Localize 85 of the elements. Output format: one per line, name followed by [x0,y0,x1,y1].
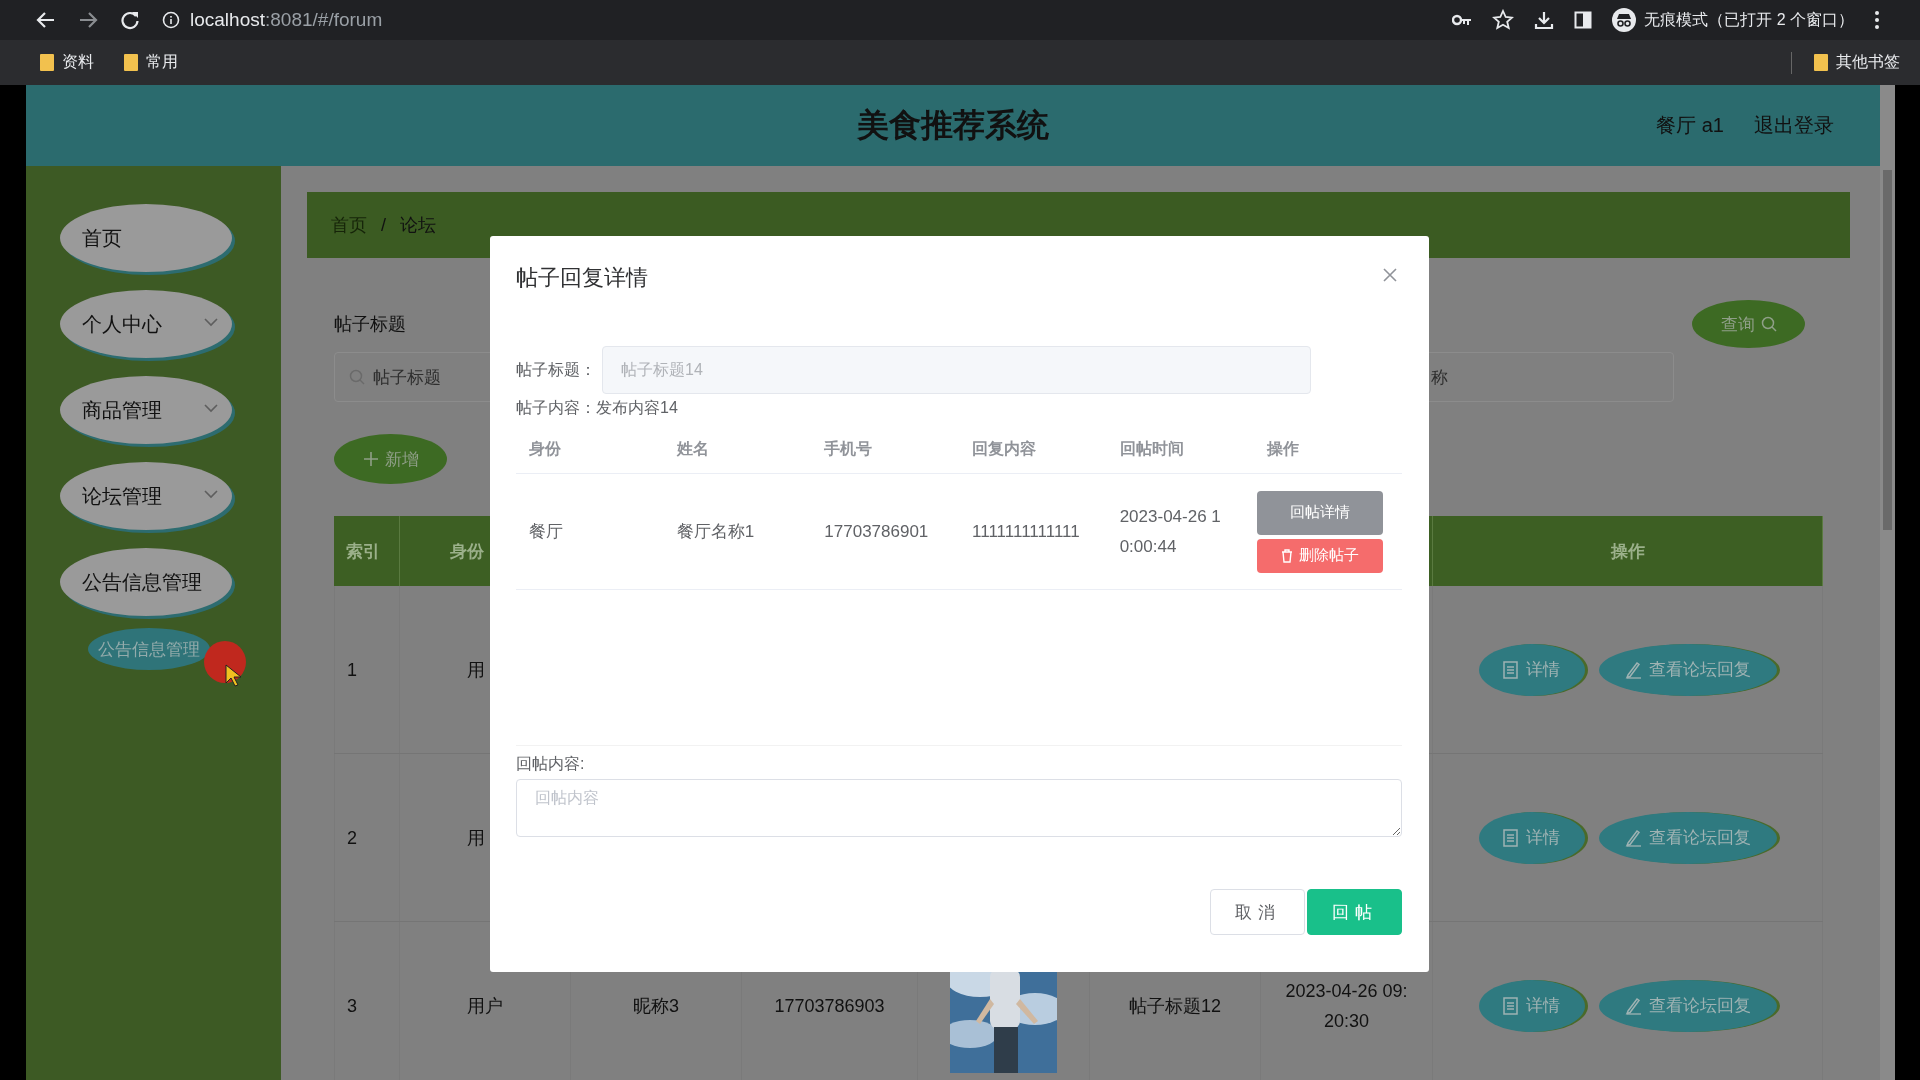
table-cell-text: 用 [467,826,485,850]
download-icon[interactable] [1534,10,1555,30]
delete-button[interactable]: 删除帖子 [1257,538,1384,573]
breadcrumb-separator: / [381,214,386,236]
forward-icon[interactable] [78,10,98,30]
folder-icon [124,54,138,71]
search-label: 帖子标题 [334,313,407,336]
add-button[interactable]: 新增 [334,434,447,484]
dialog-title: 帖子回复详情 [516,264,648,292]
column-header: 操作 [1610,540,1645,563]
document-icon [1503,660,1518,679]
column-header: 姓名 [675,439,710,459]
menu-item[interactable]: 首页 [60,204,232,272]
submenu-item[interactable]: 公告信息管理 [88,628,210,670]
plus-icon [362,451,379,467]
table-cell-text: 2 [347,826,357,850]
view-replies-button[interactable]: 查看论坛回复 [1598,643,1777,696]
query-button[interactable]: 查询 [1692,300,1805,348]
table-cell-text: 昵称3 [633,994,679,1018]
trash-icon [1281,548,1294,563]
column-header: 身份 [528,439,562,459]
chevron-down-icon [204,490,218,499]
app-title: 美食推荐系统 [857,105,1049,145]
breadcrumb-item: 论坛 [400,214,436,237]
chevron-down-icon [204,404,218,413]
incognito-icon [1612,8,1637,32]
table-cell-text: 餐厅 [528,520,564,543]
menu-item[interactable]: 论坛管理 [60,462,232,530]
folder-icon [1814,54,1828,71]
menu-item[interactable]: 公告信息管理 [60,548,232,616]
table-cell-text: 1111111111111 [971,520,1081,543]
bookmark[interactable]: 常用 [146,52,178,73]
key-icon[interactable] [1452,13,1473,27]
details-button[interactable]: 详情 [1478,979,1585,1032]
table-cell-text: 1 [347,658,357,682]
back-icon[interactable] [36,10,56,30]
table-cell-text: 用 [467,658,485,682]
field-label: 回帖内容: [516,754,586,774]
reply-details-button[interactable]: 回帖详情 [1257,490,1384,535]
column-header: 索引 [346,540,380,563]
document-icon [1503,828,1518,847]
column-header: 操作 [1265,439,1301,459]
reload-icon[interactable] [120,10,140,30]
chevron-down-icon [204,318,218,327]
bookmark[interactable]: 资料 [62,52,94,73]
bookmark[interactable]: 其他书签 [1836,52,1900,73]
pencil-icon [1624,996,1641,1015]
table-cell-text: 17703786901 [823,520,930,543]
reply-input[interactable]: 回帖内容 [516,779,1402,837]
input-field[interactable]: 帖子标题14 [602,346,1311,394]
table-cell-text: 2023-04-26 10:00:44 [1118,505,1222,558]
view-replies-button[interactable]: 查看论坛回复 [1598,979,1777,1032]
url-text[interactable]: localhost:8081/#/forum [190,9,383,31]
cursor-icon [204,641,248,687]
column-header: 回帖时间 [1118,439,1185,459]
table-cell-text: 餐厅名称1 [675,520,756,543]
table-cell-text: 2023-04-26 09:20:30 [1284,979,1409,1033]
logout-link[interactable]: 退出登录 [1754,112,1834,139]
details-button[interactable]: 详情 [1478,811,1585,864]
search-icon [1760,316,1777,332]
menu-item[interactable]: 个人中心 [60,290,232,358]
info-icon [162,11,180,29]
field-label: 帖子标题： [516,359,596,380]
menu-item[interactable]: 商品管理 [60,376,232,444]
folder-icon [40,54,54,71]
table-cell-text: 用户 [467,994,503,1018]
user-name: 餐厅 a1 [1656,113,1724,138]
side-panel-icon[interactable] [1574,11,1593,29]
table-cell-text: 帖子标题12 [1129,994,1221,1018]
column-header: 身份 [450,540,484,563]
pencil-icon [1624,828,1641,847]
menu-icon[interactable] [1874,10,1880,30]
view-replies-button[interactable]: 查看论坛回复 [1598,811,1777,864]
column-header: 手机号 [823,439,874,459]
details-button[interactable]: 详情 [1478,643,1585,696]
pencil-icon [1624,660,1641,679]
profile-label[interactable]: 无痕模式（已打开 2 个窗口） [1644,9,1854,31]
column-header: 回复内容 [971,439,1037,459]
star-icon[interactable] [1492,9,1515,31]
scrollbar[interactable] [1880,85,1895,1080]
table-cell-text: 3 [347,994,357,1018]
table-cell-text: 17703786903 [774,994,885,1018]
document-icon [1503,996,1518,1015]
reply-button[interactable]: 回帖 [1307,889,1402,935]
cancel-button[interactable]: 取消 [1210,889,1305,935]
